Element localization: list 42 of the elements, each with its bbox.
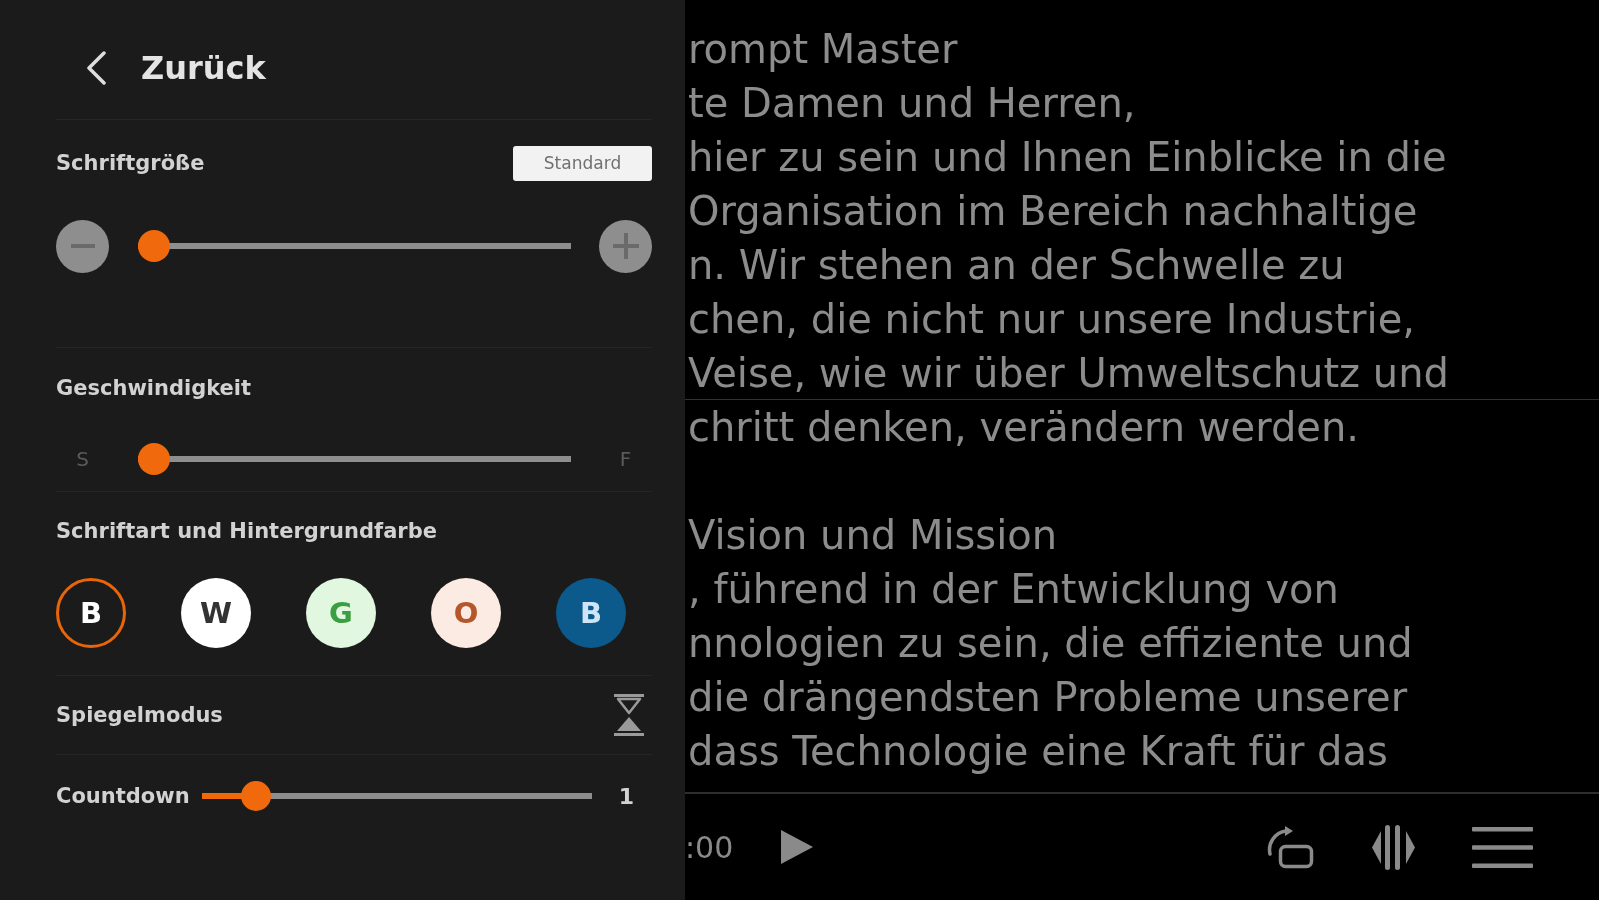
- script-line: chen, die nicht nur unsere Industrie,: [688, 296, 1415, 342]
- script-line: die drängendsten Probleme unserer: [688, 674, 1408, 720]
- mirror-mode-label: Spiegelmodus: [56, 702, 223, 728]
- standard-button[interactable]: Standard: [513, 145, 652, 181]
- hourglass-icon[interactable]: [614, 694, 644, 736]
- script-line: n. Wir stehen an der Schwelle zu: [688, 242, 1345, 288]
- rotate-icon[interactable]: [1267, 825, 1314, 869]
- script-line: nnologien zu sein, die effiziente und: [688, 620, 1413, 666]
- script-line: Veise, wie wir über Umweltschutz und: [688, 350, 1449, 396]
- fast-label: F: [619, 447, 632, 471]
- theme-option[interactable]: O: [431, 578, 501, 648]
- minus-icon: [70, 244, 95, 248]
- theme-option[interactable]: W: [181, 578, 251, 648]
- chevron-left-icon: [86, 50, 107, 85]
- theme-option[interactable]: G: [306, 578, 376, 648]
- slider-thumb[interactable]: [138, 230, 170, 262]
- script-line: chritt denken, verändern werden.: [688, 404, 1359, 450]
- countdown-value: 1: [618, 783, 634, 809]
- plus-icon: [612, 233, 639, 259]
- script-line: dass Technologie eine Kraft für das: [688, 728, 1388, 774]
- slow-label: S: [76, 447, 89, 471]
- font-size-label: Schriftgröße: [56, 150, 205, 176]
- slider-thumb[interactable]: [241, 781, 272, 811]
- theme-option[interactable]: B: [56, 578, 126, 648]
- slider-thumb[interactable]: [138, 443, 170, 475]
- back-button[interactable]: Zurück: [86, 48, 266, 87]
- script-line: , führend in der Entwicklung von: [688, 566, 1339, 612]
- theme-option[interactable]: B: [556, 578, 626, 648]
- script-line: Vision und Mission: [688, 512, 1058, 558]
- countdown-label: Countdown: [56, 783, 190, 809]
- theme-label: Schriftart und Hintergrundfarbe: [56, 518, 437, 544]
- menu-icon[interactable]: [1472, 826, 1533, 868]
- script-line: Organisation im Bereich nachhaltige: [688, 188, 1418, 234]
- time-label: :00: [685, 829, 734, 865]
- script-line: hier zu sein und Ihnen Einblicke in die: [688, 134, 1447, 180]
- speed-label: Geschwindigkeit: [56, 375, 252, 401]
- decrease-button[interactable]: [56, 219, 109, 273]
- waveform-icon[interactable]: [1372, 824, 1415, 870]
- script-line: rompt Master: [688, 26, 958, 72]
- increase-button[interactable]: [599, 219, 652, 273]
- play-icon[interactable]: [781, 830, 814, 864]
- script-line: te Damen und Herren,: [688, 80, 1136, 126]
